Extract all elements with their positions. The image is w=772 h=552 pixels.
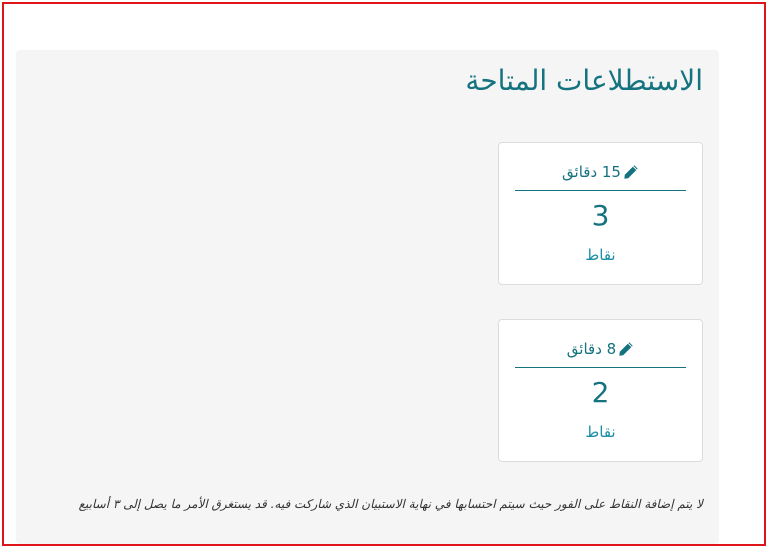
page-title: الاستطلاعات المتاحة xyxy=(465,64,703,97)
survey-duration: 8 دقائق xyxy=(515,330,686,368)
duration-text: 8 دقائق xyxy=(566,339,617,358)
surveys-panel: الاستطلاعات المتاحة 15 دقائق 3 نقاط 8 دق… xyxy=(16,50,719,544)
points-note: لا يتم إضافة النقاط على الفور حيث سيتم ا… xyxy=(78,497,703,511)
pencil-icon xyxy=(624,164,638,179)
pencil-icon xyxy=(619,341,633,356)
points-value: 2 xyxy=(591,376,610,409)
points-unit: نقاط xyxy=(585,423,616,441)
survey-duration: 15 دقائق xyxy=(515,153,686,191)
points-unit: نقاط xyxy=(585,246,616,264)
points-value: 3 xyxy=(591,199,610,232)
survey-card[interactable]: 8 دقائق 2 نقاط xyxy=(498,319,703,462)
survey-card[interactable]: 15 دقائق 3 نقاط xyxy=(498,142,703,285)
highlight-frame: الاستطلاعات المتاحة 15 دقائق 3 نقاط 8 دق… xyxy=(2,2,766,546)
duration-text: 15 دقائق xyxy=(562,162,621,181)
